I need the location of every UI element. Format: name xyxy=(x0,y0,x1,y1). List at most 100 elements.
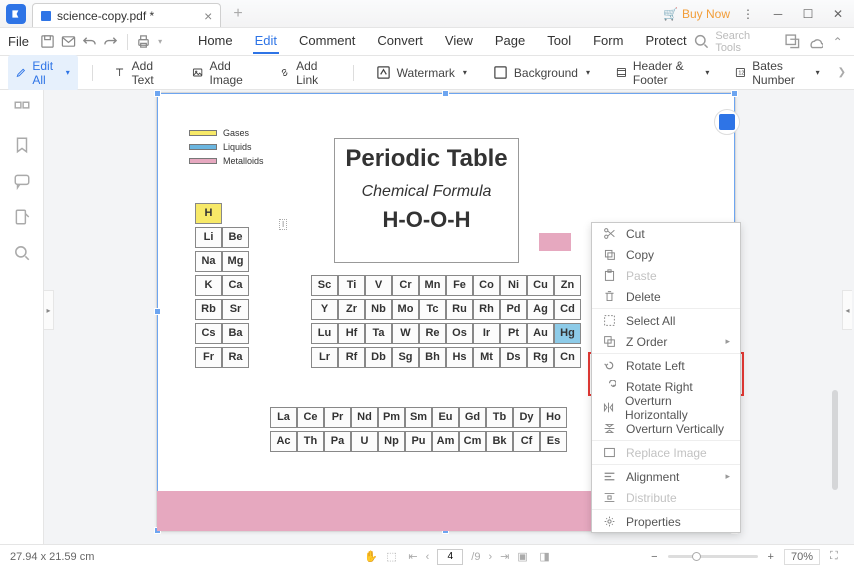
element-cell: Cf xyxy=(513,431,540,452)
document-icon xyxy=(41,11,51,21)
right-collapse-handle[interactable]: ◂ xyxy=(842,290,852,330)
element-cell: Bk xyxy=(486,431,513,452)
ctx-select-all[interactable]: Select All xyxy=(592,310,740,331)
redo-icon[interactable] xyxy=(102,33,119,51)
watermark-button[interactable]: Watermark▾ xyxy=(368,61,475,84)
ctx-z-order[interactable]: Z Order▸ xyxy=(592,331,740,352)
tab-home[interactable]: Home xyxy=(196,29,235,54)
element-cell: Ac xyxy=(270,431,297,452)
edit-all-button[interactable]: Edit All▾ xyxy=(8,55,78,91)
fit-page-icon[interactable]: ▣ xyxy=(517,550,531,564)
element-cell: U xyxy=(351,431,378,452)
bates-number-button[interactable]: 12Bates Number▾ xyxy=(727,55,827,91)
toolbar-overflow-icon[interactable]: ❯ xyxy=(838,67,846,78)
share-icon[interactable] xyxy=(784,33,801,51)
tab-view[interactable]: View xyxy=(443,29,475,54)
element-cell: Sm xyxy=(405,407,432,428)
expand-icon[interactable]: ⌃ xyxy=(829,33,846,51)
tab-tool[interactable]: Tool xyxy=(545,29,573,54)
document-canvas[interactable]: ▸ Gases Liquids Metalloids Periodic Tabl… xyxy=(44,90,840,544)
fullscreen-icon[interactable]: ⛶ xyxy=(830,550,844,564)
cloud-icon[interactable] xyxy=(807,33,824,51)
tab-convert[interactable]: Convert xyxy=(375,29,425,54)
search-panel-icon[interactable] xyxy=(13,244,31,262)
vertical-scrollbar[interactable] xyxy=(832,390,838,490)
element-cell: Mg xyxy=(222,251,249,272)
next-page-icon[interactable]: › xyxy=(488,551,492,563)
print-icon[interactable] xyxy=(136,33,153,51)
comments-icon[interactable] xyxy=(13,172,31,190)
tab-edit[interactable]: Edit xyxy=(253,29,279,54)
tab-page[interactable]: Page xyxy=(493,29,527,54)
minimize-button[interactable]: ─ xyxy=(766,2,790,26)
zoom-out-icon[interactable]: − xyxy=(651,551,657,563)
select-tool-icon[interactable]: ⬚ xyxy=(386,550,400,564)
edit-cursor-marker: I xyxy=(279,219,287,230)
element-cell: Au xyxy=(527,323,554,344)
element-cell: Cm xyxy=(459,431,486,452)
zoom-slider[interactable] xyxy=(668,555,758,558)
attachments-icon[interactable] xyxy=(13,208,31,226)
add-text-button[interactable]: Add Text xyxy=(106,55,174,91)
hand-tool-icon[interactable]: ✋ xyxy=(364,550,378,564)
print-menu-caret[interactable]: ▾ xyxy=(156,33,164,51)
element-cell: Np xyxy=(378,431,405,452)
left-sidebar xyxy=(0,90,44,544)
element-cell: Lu xyxy=(311,323,338,344)
resize-handle[interactable] xyxy=(442,90,449,97)
prev-page-icon[interactable]: ‹ xyxy=(426,551,430,563)
ctx-cut[interactable]: Cut xyxy=(592,223,740,244)
legend-swatch-gases xyxy=(189,130,217,136)
ctx-overturn-v[interactable]: Overturn Vertically xyxy=(592,418,740,439)
thumbnails-icon[interactable] xyxy=(13,100,31,118)
ctx-rotate-left[interactable]: Rotate Left xyxy=(592,355,740,376)
left-collapse-handle[interactable]: ▸ xyxy=(44,290,54,330)
ctx-delete[interactable]: Delete xyxy=(592,286,740,307)
tab-protect[interactable]: Protect xyxy=(643,29,688,54)
document-tab[interactable]: science-copy.pdf * × xyxy=(32,3,221,27)
tab-close-icon[interactable]: × xyxy=(204,8,212,24)
last-page-icon[interactable]: ⇥ xyxy=(500,550,509,563)
resize-handle[interactable] xyxy=(154,90,161,97)
first-page-icon[interactable]: ⇤ xyxy=(408,550,417,563)
new-tab-button[interactable]: + xyxy=(227,5,248,23)
ctx-properties[interactable]: Properties xyxy=(592,511,740,532)
add-link-button[interactable]: Add Link xyxy=(271,55,339,91)
element-cell: Cs xyxy=(195,323,222,344)
element-cell: Pr xyxy=(324,407,351,428)
close-window-button[interactable]: ✕ xyxy=(826,2,850,26)
ctx-alignment[interactable]: Alignment▸ xyxy=(592,466,740,487)
ctx-overturn-h[interactable]: Overturn Horizontally xyxy=(592,397,740,418)
element-cell: Tc xyxy=(419,299,446,320)
mail-icon[interactable] xyxy=(60,33,77,51)
resize-handle[interactable] xyxy=(154,308,161,315)
page-number-input[interactable] xyxy=(437,549,463,565)
add-image-button[interactable]: Add Image xyxy=(184,55,261,91)
maximize-button[interactable]: ☐ xyxy=(796,2,820,26)
element-cell: H xyxy=(195,203,222,224)
file-menu[interactable]: File xyxy=(8,34,29,49)
element-cell: Cr xyxy=(392,275,419,296)
resize-handle[interactable] xyxy=(731,90,738,97)
element-cell: Y xyxy=(311,299,338,320)
header-footer-button[interactable]: Header & Footer▾ xyxy=(608,55,717,91)
options-icon[interactable]: ⋮ xyxy=(736,2,760,26)
undo-icon[interactable] xyxy=(81,33,98,51)
element-cell: Pu xyxy=(405,431,432,452)
context-menu: Cut Copy Paste Delete Select All Z Order… xyxy=(591,222,741,533)
tab-comment[interactable]: Comment xyxy=(297,29,357,54)
buy-now-button[interactable]: 🛒 Buy Now xyxy=(663,7,730,21)
tab-form[interactable]: Form xyxy=(591,29,625,54)
word-badge-icon[interactable] xyxy=(714,109,740,135)
element-cell: Fe xyxy=(446,275,473,296)
element-cell: La xyxy=(270,407,297,428)
fit-width-icon[interactable]: ◨ xyxy=(539,550,553,564)
bookmarks-icon[interactable] xyxy=(13,136,31,154)
background-button[interactable]: Background▾ xyxy=(485,61,598,84)
zoom-in-icon[interactable]: + xyxy=(768,551,774,563)
element-cell: Ce xyxy=(297,407,324,428)
element-cell: Bh xyxy=(419,347,446,368)
ctx-copy[interactable]: Copy xyxy=(592,244,740,265)
save-icon[interactable] xyxy=(39,33,56,51)
search-tools-input[interactable]: Search Tools xyxy=(715,30,774,54)
